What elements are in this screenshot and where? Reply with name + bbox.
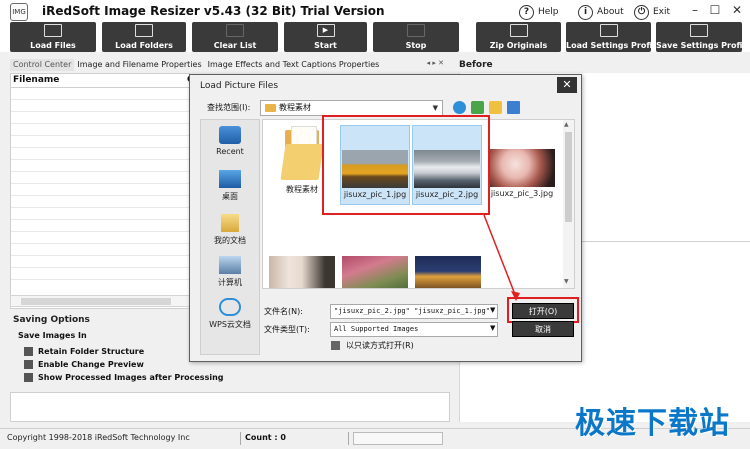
minimize-button[interactable]: – [686,2,704,18]
tab-control-center[interactable]: Control Center [10,59,75,71]
tab-strip: Control Center Image and Filename Proper… [10,59,450,71]
cancel-button[interactable]: 取消 [512,321,574,337]
checkbox-box[interactable] [24,360,33,369]
exit-label: Exit [653,7,671,17]
power-icon: ⏻ [634,4,649,20]
save-settings-profile-label: Save Settings Profile [656,41,750,50]
retain-folder-structure-label: Retain Folder Structure [38,347,145,356]
status-separator [240,432,241,445]
list-row [11,136,189,148]
chevron-down-icon[interactable]: ▼ [490,324,495,332]
toolbar: Load Files Load Folders Clear List ▶ Sta… [0,22,750,52]
start-button[interactable]: ▶ Start [284,22,367,52]
status-separator [348,432,349,445]
stop-icon [407,24,425,37]
maximize-button[interactable]: ☐ [706,2,724,18]
count-text: Count : 0 [245,433,286,442]
clear-list-label: Clear List [213,41,257,50]
tab-image-filename-properties[interactable]: Image and Filename Properties [74,59,204,71]
filename-label: 文件名(N): [264,307,303,316]
image-icon [44,24,62,37]
filetype-label: 文件类型(T): [264,325,310,334]
list-row [11,196,189,208]
help-icon: ? [519,4,534,20]
app-logo-icon: IMG [10,3,28,21]
horizontal-scrollbar[interactable] [10,295,190,307]
zip-originals-label: Zip Originals [489,41,548,50]
read-only-checkbox[interactable]: 以只读方式打开(R) [331,340,414,351]
stop-label: Stop [405,41,427,50]
exit-link[interactable]: ⏻ Exit [634,2,670,22]
help-link[interactable]: ? Help [519,2,559,22]
play-icon: ▶ [316,24,335,37]
list-row [11,268,189,280]
clear-list-button[interactable]: Clear List [192,22,278,52]
tab-scroll-arrows[interactable]: ◂ ▸ ✕ [427,59,444,67]
list-row [11,232,189,244]
list-row [11,256,189,268]
start-label: Start [314,41,337,50]
watermark-logo: 极速下载站 [575,406,730,441]
checkbox-box[interactable] [24,373,33,382]
load-settings-profile-button[interactable]: Load Settings Profile [566,22,661,52]
chevron-down-icon[interactable]: ▼ [490,306,495,314]
tab-image-effects[interactable]: Image Effects and Text Captions Properti… [205,59,383,71]
progress-bar [353,432,443,445]
list-row [11,172,189,184]
filename-column-header[interactable]: Filename C [11,74,194,88]
close-button[interactable]: ✕ [728,2,746,18]
list-row [11,100,189,112]
load-files-label: Load Files [30,41,76,50]
title-bar: IMG iRedSoft Image Resizer v5.43 (32 Bit… [0,0,750,24]
enable-change-preview-checkbox[interactable]: Enable Change Preview [24,360,144,369]
filename-header-label: Filename [13,75,60,85]
window-title: iRedSoft Image Resizer v5.43 (32 Bit) Tr… [42,4,385,18]
open-button[interactable]: 打开(O) [512,303,574,319]
tab-save-images-in[interactable]: Save Images In [18,331,87,340]
save-settings-profile-button[interactable]: Save Settings Profile [656,22,750,52]
image-icon [599,24,618,37]
file-list[interactable]: Filename C [10,73,194,309]
stop-button[interactable]: Stop [373,22,459,52]
help-label: Help [538,7,559,17]
list-row [11,148,189,160]
show-processed-images-checkbox[interactable]: Show Processed Images after Processing [24,373,224,382]
list-row [11,124,189,136]
list-row [11,244,189,256]
info-icon: i [578,4,593,20]
load-folders-label: Load Folders [115,41,173,50]
list-row [11,220,189,232]
load-files-button[interactable]: Load Files [10,22,96,52]
preview-divider [580,241,750,242]
retain-folder-structure-checkbox[interactable]: Retain Folder Structure [24,347,144,356]
enable-change-preview-label: Enable Change Preview [38,360,144,369]
checkbox-box[interactable] [24,347,33,356]
read-only-label: 以只读方式打开(R) [346,341,414,350]
load-folders-button[interactable]: Load Folders [102,22,186,52]
zip-originals-button[interactable]: Zip Originals [476,22,561,52]
image-icon [690,24,708,37]
list-row [11,112,189,124]
show-processed-images-label: Show Processed Images after Processing [38,373,224,382]
checkbox-box[interactable] [331,341,340,350]
about-link[interactable]: i About [578,2,624,22]
load-settings-profile-label: Load Settings Profile [566,41,661,50]
list-row [11,208,189,220]
list-row [11,88,189,100]
list-row [11,184,189,196]
list-row [11,160,189,172]
image-icon [509,24,528,37]
log-area[interactable] [10,392,450,422]
before-label: Before [459,60,493,70]
filename-input[interactable]: "jisuxz_pic_2.jpg" "jisuxz_pic_1.jpg" [330,304,498,319]
about-label: About [597,7,624,17]
filetype-select[interactable]: All Supported Images [330,322,498,337]
image-icon [135,24,153,37]
scrollbar-thumb[interactable] [21,298,171,305]
copyright-text: Copyright 1998-2018 iRedSoft Technology … [7,433,190,442]
saving-options-header: Saving Options [13,315,90,325]
blank-icon [226,24,244,37]
load-picture-files-dialog: Load Picture Files ✕ 查找范围(I): 教程素材 ▼ Rec… [189,74,582,362]
